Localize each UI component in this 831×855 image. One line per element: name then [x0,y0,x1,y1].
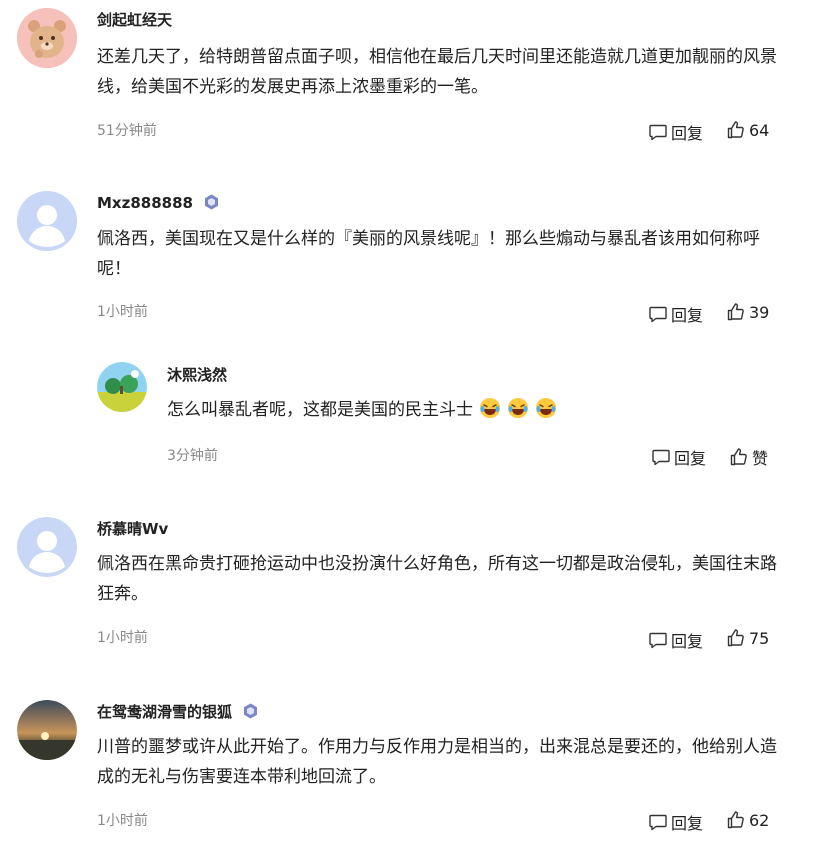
reply-label: 回复 [671,124,704,143]
username[interactable]: 桥慕晴Wv [97,519,168,539]
reply-button[interactable]: 回复 [651,445,706,469]
username[interactable]: Mxz888888 [97,193,219,213]
user-avatar-landscape[interactable] [97,362,147,412]
like-count: 62 [749,810,770,830]
like-button[interactable]: 64 [726,120,769,140]
comment-text: 还差几天了，给特朗普留点面子呗，相信他在最后几天时间里还能造就几道更加靓丽的风景… [97,47,777,97]
user-avatar-default[interactable] [17,517,77,577]
timestamp: 1小时前 [97,630,148,646]
thumbs-up-icon [727,629,744,647]
user-avatar-default[interactable] [17,191,77,251]
timestamp: 1小时前 [97,813,148,829]
comment-text: 佩洛西在黑命贵打砸抢运动中也没扮演什么好角色，所有这一切都是政治侵轧，美国往末路… [97,554,777,604]
comment-text: 川普的噩梦或许从此开始了。作用力与反作用力是相当的，出来混总是要还的，他给别人造… [97,737,777,787]
comment-text: 佩洛西，美国现在又是什么样的『美丽的风景线呢』！那么些煽动与暴乱者该用如何称呼呢… [97,229,760,279]
laugh-cry-emoji-icon [536,398,556,418]
verified-badge-icon [205,194,219,210]
username[interactable]: 沐熙浅然 [167,365,227,385]
timestamp: 3分钟前 [167,448,218,464]
like-count: 75 [749,628,770,648]
reply-label: 回复 [674,449,707,468]
user-avatar-bear[interactable] [17,8,77,68]
reply-label: 回复 [671,306,704,325]
laugh-cry-emoji-icon [480,398,500,418]
reply-label: 回复 [671,632,704,651]
like-button[interactable]: 75 [726,628,769,648]
like-count: 39 [749,302,770,322]
reply-bubble-icon [649,306,667,323]
thumbs-up-icon [727,121,744,139]
thumbs-up-icon [727,811,744,829]
thumbs-up-icon [730,448,747,466]
user-avatar-sunset[interactable] [17,700,77,760]
timestamp: 51分钟前 [97,123,157,139]
reply-button[interactable]: 回复 [648,628,703,652]
reply-bubble-icon [652,449,670,466]
reply-bubble-icon [649,814,667,831]
reply-label: 回复 [671,814,704,833]
reply-bubble-icon [649,632,667,649]
like-button[interactable]: 62 [726,810,769,830]
reply-button[interactable]: 回复 [648,810,703,834]
like-label: 赞 [752,449,769,468]
comment-text: 怎么叫暴乱者呢，这都是美国的民主斗士 [167,395,767,425]
username[interactable]: 剑起虹经天 [97,10,172,30]
timestamp: 1小时前 [97,304,148,320]
reply-bubble-icon [649,124,667,141]
reply-button[interactable]: 回复 [648,302,703,326]
username[interactable]: 在鸳鸯湖滑雪的银狐 [97,702,258,722]
like-count: 64 [749,120,770,140]
thumbs-up-icon [727,303,744,321]
like-button[interactable]: 39 [726,302,769,322]
verified-badge-icon [244,703,258,719]
like-button[interactable]: 赞 [729,445,768,469]
laugh-cry-emoji-icon [508,398,528,418]
reply-button[interactable]: 回复 [648,120,703,144]
